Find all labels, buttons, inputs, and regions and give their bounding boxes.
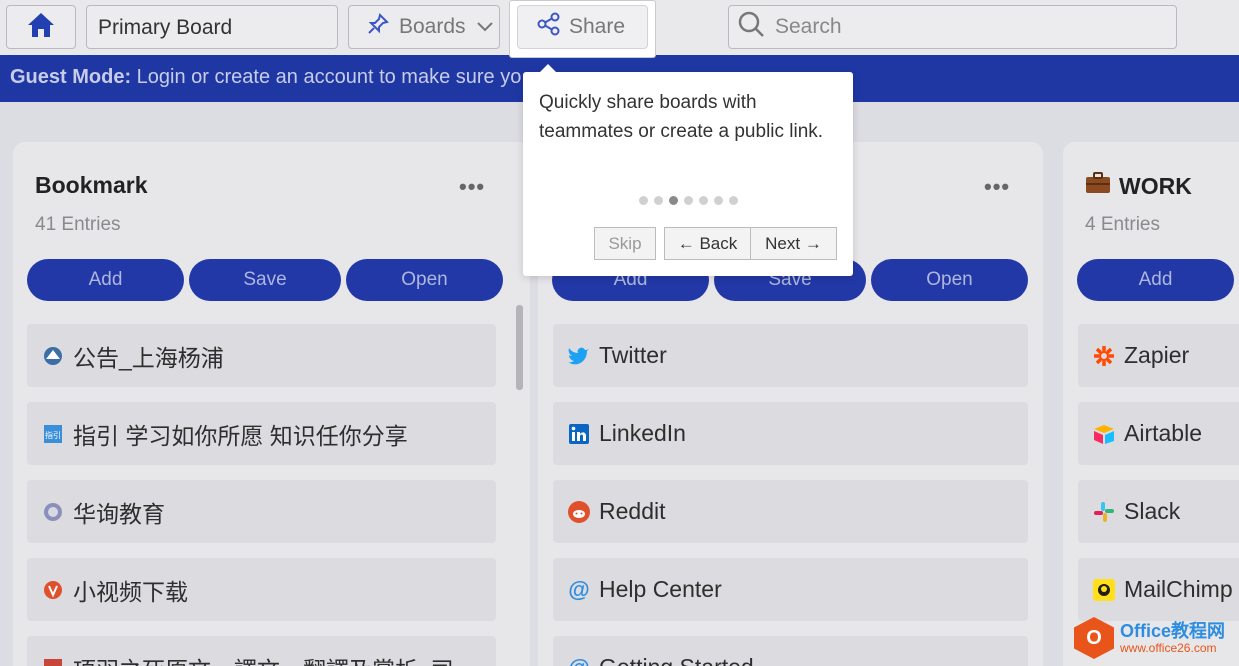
column-menu-icon[interactable]: ••• (984, 174, 1010, 200)
list-item[interactable]: 小视频下载 (27, 558, 496, 621)
step-dot (714, 196, 723, 205)
list-item-label: Slack (1124, 498, 1181, 524)
column-menu-icon[interactable]: ••• (459, 174, 485, 200)
open-button[interactable]: Open (871, 259, 1028, 301)
column-entry-count: 4 Entries (1085, 214, 1160, 235)
scrollbar[interactable] (516, 305, 523, 390)
home-button[interactable] (6, 5, 76, 49)
list-item[interactable]: @ Getting Started (553, 636, 1028, 666)
skip-button[interactable]: Skip (594, 227, 656, 260)
list-item-label: Getting Started (599, 654, 754, 666)
board-column-work: WORK 4 Entries Add Zapier Airtable Slack… (1063, 142, 1239, 666)
step-dot (684, 196, 693, 205)
at-icon: @ (568, 655, 590, 666)
list-item[interactable]: 华询教育 (27, 480, 496, 543)
airtable-icon (1093, 423, 1115, 445)
globe-icon (42, 501, 64, 523)
list-item[interactable]: Zapier (1078, 324, 1239, 387)
step-dot (654, 196, 663, 205)
at-icon: @ (568, 576, 590, 602)
back-button[interactable]: ← Back (664, 227, 751, 260)
add-button[interactable]: Add (1077, 259, 1234, 301)
pin-icon (367, 13, 389, 41)
next-button[interactable]: Next → (750, 227, 837, 260)
zhiyin-logo-icon: 指引 (42, 423, 64, 445)
column-title: WORK (1085, 172, 1192, 200)
step-indicator (639, 196, 738, 205)
boards-label: Boards (399, 15, 466, 38)
list-item-label: 华询教育 (73, 500, 165, 527)
list-item[interactable]: 公告_上海杨浦 (27, 324, 496, 387)
list-item-label: 项羽之死原文、譯文、翻譯及賞析_司 (73, 651, 454, 666)
site-logo-icon (42, 345, 64, 367)
list-item[interactable]: 指引 指引 学习如你所愿 知识任你分享 (27, 402, 496, 465)
step-dot (729, 196, 738, 205)
onboarding-tooltip: Quickly share boards with teammates or c… (523, 64, 853, 276)
add-button[interactable]: Add (27, 259, 184, 301)
list-item-label: 小视频下载 (73, 578, 188, 605)
chevron-down-icon (476, 15, 494, 39)
list-item[interactable]: Reddit (553, 480, 1028, 543)
board-name-field[interactable]: Primary Board (86, 5, 338, 49)
briefcase-icon (1085, 172, 1111, 200)
column-title-text: WORK (1119, 172, 1192, 199)
search-icon (737, 10, 765, 44)
list-item[interactable]: 项羽之死原文、譯文、翻譯及賞析_司 (27, 636, 496, 666)
list-item[interactable]: MailChimp (1078, 558, 1239, 621)
save-button[interactable]: Save (189, 259, 341, 301)
search-placeholder: Search (775, 15, 842, 38)
open-button[interactable]: Open (346, 259, 503, 301)
video-logo-icon (42, 579, 64, 601)
list-item-label: MailChimp (1124, 576, 1233, 602)
list-item-label: Airtable (1124, 420, 1202, 446)
step-dot (699, 196, 708, 205)
reddit-icon (568, 500, 590, 523)
boards-dropdown-button[interactable]: Boards (348, 5, 500, 49)
slack-icon (1093, 501, 1115, 523)
watermark-title: Office教程网 (1120, 621, 1226, 641)
watermark-text: Office教程网 www.office26.com (1120, 621, 1225, 655)
watermark-url: www.office26.com (1120, 641, 1217, 655)
list-item[interactable]: Twitter (553, 324, 1028, 387)
office-logo-icon: O (1074, 617, 1114, 659)
list-item-label: LinkedIn (599, 420, 686, 446)
search-input[interactable]: Search (728, 5, 1177, 49)
guest-mode-text: Login or create an account to make sure … (131, 66, 522, 88)
list-item[interactable]: Airtable (1078, 402, 1239, 465)
twitter-icon (568, 345, 590, 367)
column-title: Bookmark (35, 172, 148, 198)
column-entry-count: 41 Entries (35, 214, 121, 235)
tooltip-text: Quickly share boards with teammates or c… (539, 92, 824, 142)
linkedin-icon (568, 423, 590, 445)
book-logo-icon (42, 657, 64, 666)
share-highlight: Share (509, 0, 656, 58)
home-icon (26, 11, 56, 44)
step-dot (639, 196, 648, 205)
list-item-label: 公告_上海杨浦 (73, 344, 224, 371)
svg-text:指引: 指引 (45, 430, 61, 440)
list-item-label: Zapier (1124, 342, 1190, 368)
watermark: O Office教程网 www.office26.com (1074, 617, 1225, 659)
list-item[interactable]: @ Help Center (553, 558, 1028, 621)
list-item-label: Reddit (599, 498, 666, 524)
share-button[interactable]: Share (517, 5, 648, 49)
list-item-label: Twitter (599, 342, 667, 368)
share-label: Share (569, 15, 626, 38)
board-column-bookmark: Bookmark 41 Entries ••• Add Save Open 公告… (13, 142, 530, 666)
share-icon (537, 12, 561, 42)
step-dot-active (669, 196, 678, 205)
mailchimp-icon (1093, 578, 1115, 601)
list-item-label: Help Center (599, 576, 722, 602)
list-item[interactable]: LinkedIn (553, 402, 1028, 465)
list-item-label: 指引 学习如你所愿 知识任你分享 (73, 422, 408, 449)
guest-mode-label: Guest Mode: (10, 66, 132, 88)
zapier-icon (1093, 345, 1115, 367)
list-item[interactable]: Slack (1078, 480, 1239, 543)
